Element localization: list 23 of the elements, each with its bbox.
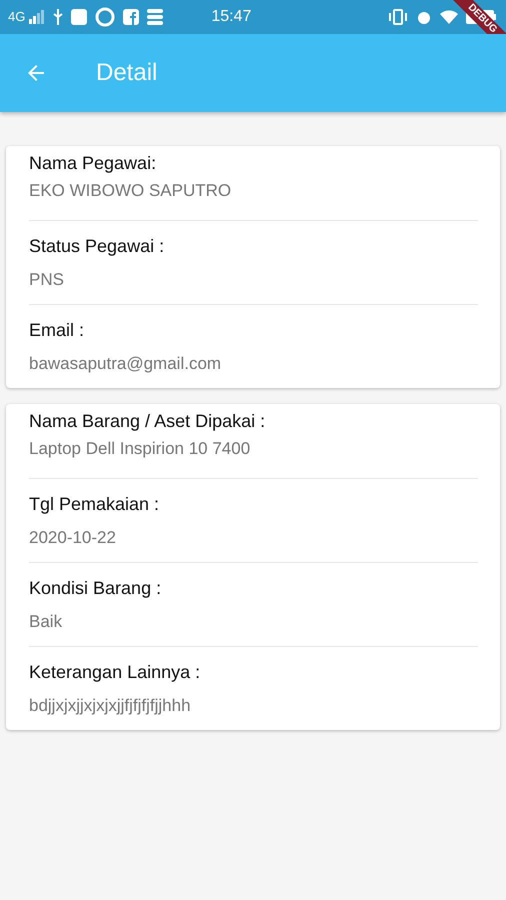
field-label: Kondisi Barang : [29, 577, 162, 599]
page-title: Detail [96, 58, 158, 88]
field-label: Status Pegawai : [29, 235, 166, 257]
field-value: 2020-10-22 [29, 527, 117, 549]
field-value: Baik [29, 611, 64, 633]
field-label: Tgl Pemakaian : [29, 493, 160, 515]
field-value: bdjjxjxjjxjxjxjjfjfjfjfjjhhh [29, 695, 192, 717]
network-type: 4G [8, 8, 26, 26]
field-value: Laptop Dell Inspirion 10 7400 [29, 438, 252, 460]
wifi-icon [440, 10, 458, 24]
field-label: Email : [29, 319, 86, 341]
database-icon [147, 9, 164, 25]
field-label: Nama Barang / Aset Dipakai : [29, 410, 266, 432]
field-value: EKO WIBOWO SAPUTRO [29, 180, 232, 202]
signal-icon [29, 10, 46, 24]
field-value: bawasaputra@gmail.com [29, 353, 222, 375]
field-label: Nama Pegawai: [29, 152, 158, 174]
vibrate-icon [388, 9, 408, 25]
clock: 15:47 [211, 7, 252, 27]
usb-icon [53, 9, 64, 25]
field-label: Keterangan Lainnya : [29, 661, 202, 683]
field-value: PNS [29, 269, 65, 291]
facebook-icon [123, 9, 140, 25]
